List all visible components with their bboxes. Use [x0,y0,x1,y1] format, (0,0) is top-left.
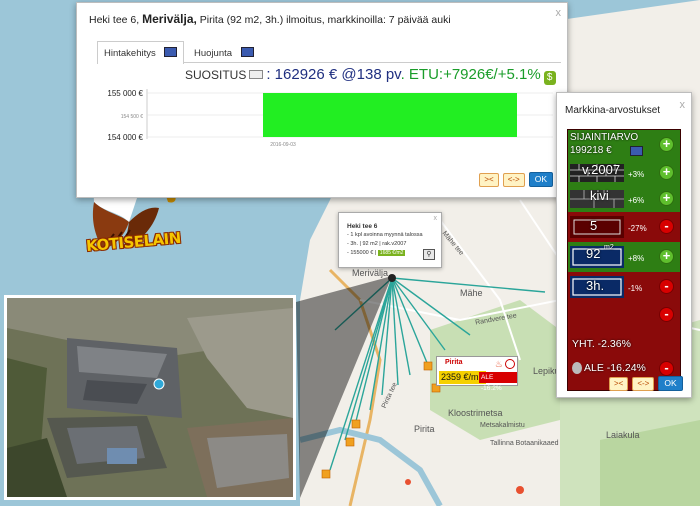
decrease-icon[interactable]: - [659,307,674,322]
map-label-mahe: Mähe [460,288,483,298]
tooltip-price: - 155000 € | [347,250,377,256]
tooltip-line: - 1 kpl avoinna myynnä talossa [347,232,423,238]
tab-huojunta[interactable]: Huojunta [187,41,261,63]
map-label-kloostrimetsa: Kloostrimetsa [448,408,503,418]
close-icon[interactable]: x [556,7,562,19]
tab-bar: Hintakehitys Huojunta [97,41,561,64]
year-pct: +3% [628,170,645,179]
valuation-row-condition: 5 -27% - [568,214,680,240]
material-pct: +6% [628,196,645,205]
rooms-pct: -1% [628,284,643,293]
close-icon[interactable]: x [680,99,686,111]
tooltip-title: Heki tee 6 [347,223,378,230]
recommendation-label: SUOSITUS [185,68,247,82]
map-label-botanical-garden: Tallinna Botaanikaaed [490,440,559,447]
map-label-laiakula: Laiakula [606,430,640,440]
marker-discount: ALE -16.2% [479,372,517,392]
valuation-row-total: YHT. -2.36% [568,330,680,356]
valuation-window: Markkina-arvostukset x SIJAINTIARVO 1992… [556,92,692,398]
valuation-title: Markkina-arvostukset [565,105,661,116]
total-label: YHT. -2.36% [572,338,631,350]
tab-label: Huojunta [194,48,233,59]
increase-icon[interactable]: + [659,249,674,264]
tab-label: Hintakehitys [104,48,156,59]
pirita-marker[interactable]: Pirita ♨ 2359 €/m2 ALE -16.2% [436,356,518,392]
title-details: Pirita (92 m2, 3h.) ilmoitus, markkinoil… [199,14,451,26]
increase-icon[interactable]: + [659,165,674,180]
chart-icon [164,47,178,57]
area-unit: m2 [604,244,614,251]
map-label-merivalja: Merivälja [352,268,389,278]
y-tick-label: 155 000 € [107,89,143,98]
decrease-icon[interactable]: - [659,279,674,294]
clock-icon [505,359,515,369]
marker-title: Pirita [445,359,463,366]
valuation-panel: SIJAINTIARVO 199218 € + v.2007 +3% + kiv… [567,129,681,391]
condition-pct: -27% [628,224,647,233]
title-address: Heki tee 6, [89,14,140,26]
year-label: v.2007 [582,162,621,177]
title-district: Merivälja, [142,12,197,26]
recommendation-value: : 162926 € @138 pv [266,66,401,83]
area-pct: +8% [628,254,645,263]
hand-icon [572,362,582,374]
decrease-icon[interactable]: - [659,219,674,234]
listing-window: Heki tee 6, Merivälja, Pirita (92 m2, 3h… [76,2,568,198]
price-chart: 155 000 € 154 500 € 154 000 € 2016-09-03 [107,89,553,148]
money-bag-icon: $ [543,71,556,85]
ok-button[interactable]: OK [658,376,683,391]
flame-icon: ♨ [494,359,503,369]
close-icon[interactable]: x [434,215,438,222]
x-tick-label: 2016-09-03 [270,142,296,148]
valuation-row-area: 92 m2 +8% + [568,242,680,272]
collapse-button[interactable]: >< [609,377,629,391]
chart-icon [240,47,254,57]
increase-icon[interactable]: + [659,137,674,152]
map-label-pirita: Pirita [414,424,435,434]
tooltip-badge: 1685 €/m2 [377,250,406,256]
window-title: Heki tee 6, Merivälja, Pirita (92 m2, 3h… [89,12,451,26]
tooltip-line: - 155000 € | 1685 €/m2 [347,250,406,256]
aerial-photo [4,295,296,500]
expand-button[interactable]: <-> [502,173,525,187]
tooltip-line: - 3h. | 92 m2 | rak.v2007 [347,241,407,247]
recommendation-row: SUOSITUS : 162926 € @138 pv. ETU:+7926€/+… [185,66,556,85]
location-value: 199218 € [570,145,612,156]
window-buttons: >< <-> OK [475,169,553,187]
info-icon[interactable] [630,146,643,156]
tab-hintakehitys[interactable]: Hintakehitys [97,41,185,64]
condition-label: 5 [590,218,598,233]
y-tick-label: 154 000 € [107,133,143,142]
map-tooltip: x Heki tee 6 - 1 kpl avoinna myynnä talo… [338,212,442,268]
recommendation-benefit: . ETU:+7926€/+5.1% [400,66,541,83]
screen: Merivälja Mähe Pirita Kloostrimetsa Lepi… [0,0,700,506]
ok-button[interactable]: OK [528,172,553,187]
expand-button[interactable]: <-> [632,377,655,391]
valuation-row-material: kivi +6% + [568,186,680,212]
price-bar [263,93,517,137]
collapse-button[interactable]: >< [479,173,499,187]
increase-icon[interactable]: + [659,191,674,206]
valuation-buttons: >< <-> OK [605,373,683,391]
map-label-metsakalmistu: Metsakalmistu [480,422,525,429]
location-label: SIJAINTIARVO [570,132,639,143]
y-tick-label: 154 500 € [121,114,143,120]
area-label: 92 [586,246,601,261]
valuation-row-extra: - [568,302,680,328]
valuation-row-year: v.2007 +3% + [568,160,680,186]
rooms-label: 3h. [586,278,605,293]
valuation-row-location: SIJAINTIARVO 199218 € + [568,130,680,160]
zoom-icon[interactable]: ⚲ [423,249,435,260]
mail-icon[interactable] [249,70,264,79]
material-label: kivi [590,188,609,203]
valuation-row-rooms: 3h. -1% - [568,274,680,300]
